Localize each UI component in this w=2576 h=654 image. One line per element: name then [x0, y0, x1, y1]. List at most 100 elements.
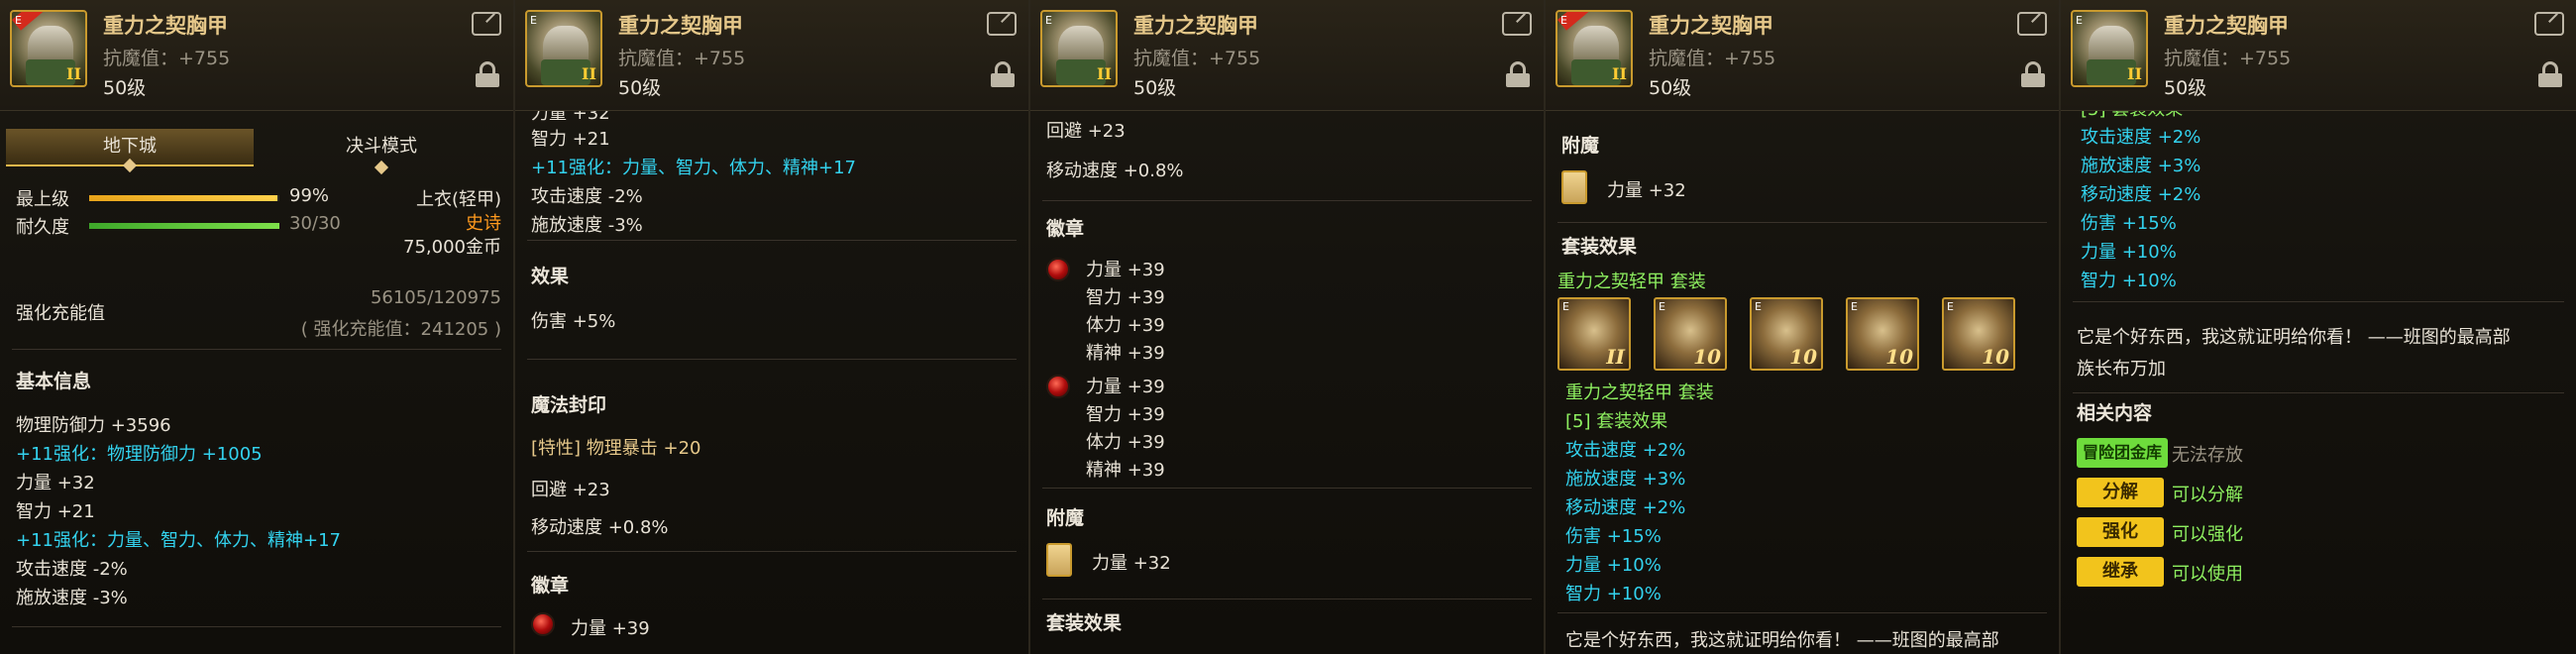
- related-button[interactable]: 继承: [2077, 557, 2164, 587]
- related-button[interactable]: 分解: [2077, 478, 2164, 507]
- set-stat-line: 智力 +10%: [2081, 271, 2177, 291]
- item-level: 50级: [2164, 77, 2207, 99]
- set-stat-line: 施放速度 +3%: [2081, 156, 2201, 176]
- emblem-line: 智力 +39: [1086, 404, 1165, 425]
- item-resist: 抗魔值：+755: [1649, 48, 1776, 69]
- emblem-line: 力量 +39: [571, 618, 650, 639]
- set-piece-icon[interactable]: E II: [1557, 297, 1631, 371]
- emblem-line: 精神 +39: [1086, 343, 1165, 364]
- related-title: 相关内容: [2077, 402, 2153, 424]
- item-header: E II 重力之契胸甲 抗魔值：+755 50级: [0, 0, 513, 111]
- seal-line: 回避 +23: [1046, 121, 1126, 142]
- stat-line: 施放速度 -3%: [531, 215, 643, 236]
- set-stat-line: 移动速度 +2%: [1565, 497, 1686, 518]
- emblem-title: 徽章: [531, 575, 570, 597]
- emblem-icon: [531, 612, 555, 636]
- stat-line: 力量 +32: [16, 473, 95, 493]
- tab-pvp[interactable]: 决斗模式: [258, 129, 505, 175]
- item-header: E II 重力之契胸甲 抗魔值：+755 50级: [515, 0, 1028, 111]
- tab-dungeon[interactable]: 地下城: [6, 129, 254, 173]
- rank-percent: 99%: [289, 185, 330, 206]
- stat-line: 攻击速度 -2%: [16, 559, 128, 580]
- lock-icon[interactable]: [476, 61, 499, 87]
- charge-label: 强化充能值: [16, 303, 105, 324]
- item-level: 50级: [103, 77, 147, 99]
- lock-icon[interactable]: [2538, 61, 2562, 87]
- item-thumbnail: E II: [1040, 10, 1118, 87]
- enchant-card-icon: [1561, 170, 1587, 204]
- set-piece-icon[interactable]: E 10: [1750, 297, 1823, 371]
- emblem-line: 精神 +39: [1086, 460, 1165, 481]
- charge-sub: ( 强化充能值：241205 ): [300, 319, 501, 340]
- share-icon[interactable]: [2017, 12, 2047, 36]
- enchant-line: 力量 +32: [1607, 180, 1686, 201]
- set-stat-line: 智力 +10%: [1565, 584, 1662, 604]
- item-level: 50级: [1649, 77, 1692, 99]
- lock-icon[interactable]: [2021, 61, 2045, 87]
- item-price: 75,000金币: [403, 237, 501, 258]
- magic-seal-title: 魔法封印: [531, 394, 607, 416]
- set-stat-line: 攻击速度 +2%: [2081, 127, 2201, 148]
- tooltip-strip: E II 重力之契胸甲 抗魔值：+755 50级 地下城 决斗模式 最上级 99…: [0, 0, 2576, 654]
- set-effect-title: 套装效果: [1561, 236, 1638, 258]
- durability-value: 30/30: [289, 213, 341, 234]
- stat-line: 物理防御力 +3596: [16, 415, 171, 436]
- set-stat-line: 伤害 +15%: [2081, 213, 2177, 234]
- related-button[interactable]: 强化: [2077, 517, 2164, 547]
- enchant-card-icon: [1046, 543, 1072, 577]
- seal-line: [特性] 物理暴击 +20: [531, 438, 701, 459]
- item-slot: 上衣(轻甲): [415, 189, 501, 210]
- enchant-title: 附魔: [1561, 135, 1600, 157]
- set-tier: [5] 套装效果: [2081, 111, 2183, 121]
- related-text: 无法存放: [2172, 445, 2243, 466]
- related-text: 可以强化: [2172, 524, 2243, 545]
- item-name: 重力之契胸甲: [618, 14, 743, 38]
- lock-icon[interactable]: [1506, 61, 1530, 87]
- related-button[interactable]: 冒险团金库: [2077, 438, 2168, 468]
- item-tooltip-panel-3: E II 重力之契胸甲 抗魔值：+755 50级 回避 +23 移动速度 +0.…: [1030, 0, 1546, 654]
- stat-line: 力量 +32: [531, 111, 610, 124]
- seal-line: 移动速度 +0.8%: [1046, 161, 1184, 181]
- basic-info-title: 基本信息: [16, 371, 92, 392]
- set-piece-icon[interactable]: E 10: [1654, 297, 1727, 371]
- set-piece-icon[interactable]: E 10: [1942, 297, 2015, 371]
- item-tooltip-panel-5: E II 重力之契胸甲 抗魔值：+755 50级 [5] 套装效果 攻击速度 +…: [2061, 0, 2576, 654]
- emblem-line: 力量 +39: [1086, 377, 1165, 397]
- durability-label: 耐久度: [16, 217, 69, 238]
- effect-line: 伤害 +5%: [531, 311, 616, 332]
- item-rarity: 史诗: [466, 213, 501, 234]
- related-text: 可以分解: [2172, 485, 2243, 505]
- set-stat-line: 伤害 +15%: [1565, 526, 1662, 547]
- stat-line: +11强化：力量、智力、体力、精神+17: [531, 158, 856, 178]
- set-piece-icon[interactable]: E 10: [1846, 297, 1919, 371]
- stat-line: +11强化：力量、智力、体力、精神+17: [16, 530, 341, 551]
- stat-line: +11强化：物理防御力 +1005: [16, 444, 263, 465]
- item-tooltip-panel-4: E II 重力之契胸甲 抗魔值：+755 50级 附魔 力量 +32 套装效果 …: [1546, 0, 2061, 654]
- charge-value: 56105/120975: [370, 287, 501, 308]
- emblem-line: 体力 +39: [1086, 432, 1165, 453]
- item-thumbnail: E II: [1556, 10, 1633, 87]
- emblem-line: 智力 +39: [1086, 287, 1165, 308]
- item-header: E II 重力之契胸甲 抗魔值：+755 50级: [1030, 0, 1544, 111]
- item-name: 重力之契胸甲: [103, 14, 228, 38]
- share-icon[interactable]: [987, 12, 1017, 36]
- item-header: E II 重力之契胸甲 抗魔值：+755 50级: [1546, 0, 2059, 111]
- share-icon[interactable]: [2534, 12, 2564, 36]
- rank-label: 最上级: [16, 189, 69, 210]
- effect-title: 效果: [531, 266, 570, 287]
- enchant-line: 力量 +32: [1092, 553, 1171, 574]
- set-name: 重力之契轻甲 套装: [1565, 382, 1714, 403]
- set-stat-line: 攻击速度 +2%: [1565, 440, 1686, 461]
- stat-line: 智力 +21: [16, 501, 95, 522]
- item-thumbnail: E II: [525, 10, 602, 87]
- emblem-icon: [1046, 258, 1070, 281]
- share-icon[interactable]: [1502, 12, 1532, 36]
- item-quote: 它是个好东西，我这就证明给你看！ ——班图的最高部: [1565, 630, 1999, 651]
- set-stat-line: 力量 +10%: [1565, 555, 1662, 576]
- set-effect-title: 套装效果: [1046, 612, 1123, 634]
- share-icon[interactable]: [472, 12, 501, 36]
- lock-icon[interactable]: [991, 61, 1015, 87]
- stat-line: 智力 +21: [531, 129, 610, 150]
- seal-line: 回避 +23: [531, 480, 610, 500]
- item-quote: 族长布万加: [2077, 359, 2166, 380]
